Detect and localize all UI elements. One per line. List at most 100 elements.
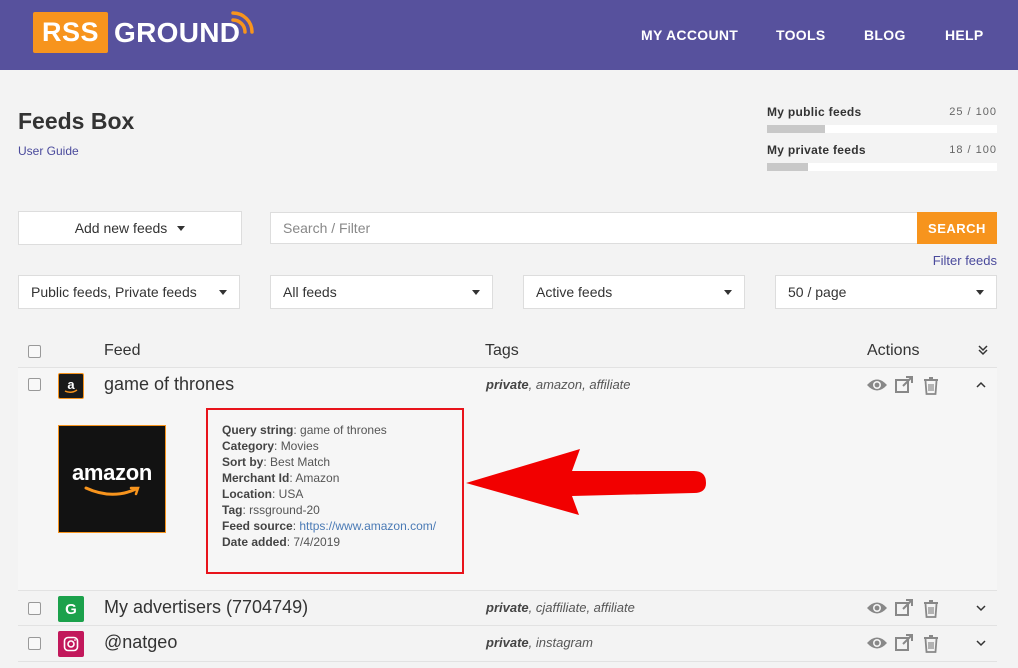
feed-source-link[interactable]: https://www.amazon.com/ bbox=[299, 519, 436, 533]
filter-feeds-link[interactable]: Filter feeds bbox=[933, 253, 997, 268]
actions-column-header: Actions bbox=[867, 342, 920, 359]
feed-column-header: Feed bbox=[104, 342, 141, 359]
expand-chevron-down-icon[interactable] bbox=[975, 639, 987, 647]
row-actions bbox=[866, 598, 942, 618]
select-value: Active feeds bbox=[536, 284, 613, 300]
tag-first: private bbox=[486, 635, 529, 650]
feed-tags: private, amazon, affiliate bbox=[486, 377, 631, 392]
page-title: Feeds Box bbox=[18, 108, 135, 134]
public-feeds-quota: My public feeds 25 / 100 bbox=[767, 105, 997, 133]
feed-title[interactable]: My advertisers (7704749) bbox=[104, 597, 308, 618]
quota-fill bbox=[767, 125, 825, 133]
table-row: G My advertisers (7704749) private, cjaf… bbox=[18, 591, 997, 626]
caret-down-icon bbox=[976, 290, 984, 295]
detail-value: Movies bbox=[280, 439, 319, 453]
feed-title[interactable]: game of thrones bbox=[104, 374, 234, 395]
detail-value: USA bbox=[278, 487, 304, 501]
detail-merchant-id: Merchant Id: Amazon bbox=[222, 471, 340, 485]
amazon-wordmark: amazon bbox=[71, 460, 153, 485]
detail-value: Amazon bbox=[295, 471, 340, 485]
logo-rss: RSS bbox=[33, 12, 109, 53]
detail-value: 7/4/2019 bbox=[293, 535, 341, 549]
status-select[interactable]: Active feeds bbox=[523, 275, 745, 309]
row-checkbox[interactable] bbox=[28, 637, 41, 650]
view-eye-icon[interactable] bbox=[866, 633, 888, 653]
collapse-chevron-up-icon[interactable] bbox=[975, 381, 987, 389]
rssground-logo[interactable]: RSS GROUND bbox=[33, 11, 254, 53]
tag-first: private bbox=[486, 600, 529, 615]
search-button[interactable]: SEARCH bbox=[917, 212, 997, 244]
add-new-feeds-label: Add new feeds bbox=[74, 220, 168, 236]
tag-rest: , cjaffiliate, affiliate bbox=[528, 600, 635, 615]
detail-label: Location bbox=[222, 487, 272, 501]
view-eye-icon[interactable] bbox=[866, 598, 888, 618]
amazon-icon: a bbox=[58, 373, 84, 399]
select-value: 50 / page bbox=[788, 284, 847, 300]
expand-chevron-down-icon[interactable] bbox=[975, 604, 987, 612]
quota-fill bbox=[767, 163, 809, 171]
delete-trash-icon[interactable] bbox=[920, 633, 942, 653]
detail-query-string: Query string: game of thrones bbox=[222, 423, 387, 437]
table-header: Feed Tags Actions bbox=[18, 334, 997, 368]
detail-label: Query string bbox=[222, 423, 294, 437]
tags-column-header: Tags bbox=[485, 342, 519, 359]
cj-affiliate-icon: G bbox=[58, 596, 84, 622]
feed-title[interactable]: @natgeo bbox=[104, 632, 177, 653]
caret-down-icon bbox=[472, 290, 480, 295]
svg-text:G: G bbox=[65, 601, 77, 618]
delete-trash-icon[interactable] bbox=[920, 375, 942, 395]
nav-blog[interactable]: BLOG bbox=[864, 27, 906, 43]
quota-count: 18 / 100 bbox=[949, 144, 997, 156]
amazon-smile-icon bbox=[84, 486, 140, 496]
instagram-icon bbox=[58, 631, 84, 657]
detail-label: Sort by bbox=[222, 455, 264, 469]
tag-rest: , amazon, affiliate bbox=[528, 377, 631, 392]
open-external-icon[interactable] bbox=[893, 598, 915, 618]
detail-tag: Tag: rssground-20 bbox=[222, 503, 320, 517]
logo-ground: GROUND bbox=[114, 16, 241, 48]
select-value: Public feeds, Private feeds bbox=[31, 284, 197, 300]
expand-all-icon[interactable] bbox=[977, 344, 989, 356]
detail-label: Feed source bbox=[222, 519, 293, 533]
detail-value: Best Match bbox=[270, 455, 331, 469]
detail-location: Location: USA bbox=[222, 487, 304, 501]
open-external-icon[interactable] bbox=[893, 375, 915, 395]
caret-down-icon bbox=[177, 225, 186, 231]
svg-text:a: a bbox=[67, 377, 75, 392]
caret-down-icon bbox=[724, 290, 732, 295]
caret-down-icon bbox=[219, 290, 227, 295]
view-eye-icon[interactable] bbox=[866, 375, 888, 395]
tag-first: private bbox=[486, 377, 529, 392]
user-guide-link[interactable]: User Guide bbox=[18, 144, 79, 158]
row-checkbox[interactable] bbox=[28, 602, 41, 615]
red-arrow-annotation bbox=[466, 449, 706, 515]
select-all-checkbox[interactable] bbox=[28, 345, 41, 358]
visibility-select[interactable]: Public feeds, Private feeds bbox=[18, 275, 240, 309]
row-actions bbox=[866, 633, 942, 653]
detail-category: Category: Movies bbox=[222, 439, 319, 453]
detail-label: Merchant Id bbox=[222, 471, 290, 485]
detail-value: rssground-20 bbox=[249, 503, 320, 517]
tag-rest: , instagram bbox=[528, 635, 593, 650]
select-value: All feeds bbox=[283, 284, 337, 300]
add-new-feeds-button[interactable]: Add new feeds bbox=[18, 211, 242, 245]
row-checkbox[interactable] bbox=[28, 378, 41, 391]
nav-my-account[interactable]: MY ACCOUNT bbox=[641, 27, 738, 43]
amazon-thumbnail: amazon bbox=[58, 425, 166, 533]
feed-tags: private, cjaffiliate, affiliate bbox=[486, 600, 635, 615]
per-page-select[interactable]: 50 / page bbox=[775, 275, 997, 309]
nav-help[interactable]: HELP bbox=[945, 27, 984, 43]
detail-feed-source: Feed source: https://www.amazon.com/ bbox=[222, 519, 437, 533]
feed-details-box: Query string: game of thrones Category: … bbox=[206, 408, 464, 574]
detail-value: game of thrones bbox=[300, 423, 387, 437]
delete-trash-icon[interactable] bbox=[920, 598, 942, 618]
search-input[interactable] bbox=[270, 212, 917, 244]
detail-label: Tag bbox=[222, 503, 243, 517]
open-external-icon[interactable] bbox=[893, 633, 915, 653]
detail-sort-by: Sort by: Best Match bbox=[222, 455, 331, 469]
feed-type-select[interactable]: All feeds bbox=[270, 275, 493, 309]
nav-tools[interactable]: TOOLS bbox=[776, 27, 825, 43]
detail-label: Date added bbox=[222, 535, 287, 549]
table-row: @natgeo private, instagram bbox=[18, 626, 997, 662]
search-bar: SEARCH bbox=[270, 212, 997, 244]
